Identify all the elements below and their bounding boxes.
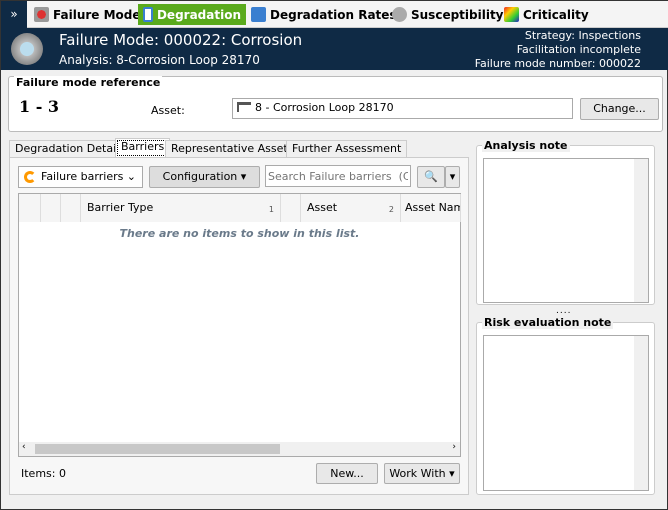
tab-further-assessment[interactable]: Further Assessment xyxy=(286,140,408,157)
analysis-label: Analysis: 8-Corrosion Loop 28170 xyxy=(59,53,260,67)
column-header-blank[interactable] xyxy=(41,194,61,222)
dropdown-arrow-icon: ▾ xyxy=(240,170,247,183)
search-options-button[interactable]: ▾ xyxy=(445,166,460,188)
document-icon xyxy=(143,7,153,22)
risk-evaluation-note-label: Risk evaluation note xyxy=(482,316,614,329)
asset-label: Asset: xyxy=(151,104,185,117)
asset-value: 8 - Corrosion Loop 28170 xyxy=(255,101,394,114)
scroll-left-icon[interactable]: ‹ xyxy=(22,442,26,452)
strategy-label: Strategy: Inspections xyxy=(524,29,641,42)
header-info: Strategy: Inspections Facilitation incom… xyxy=(475,29,641,71)
vertical-scrollbar[interactable] xyxy=(634,159,648,302)
work-with-button[interactable]: Work With ▾ xyxy=(384,463,460,484)
column-header-blank[interactable] xyxy=(281,194,301,222)
pipe-icon xyxy=(237,102,251,112)
asset-field[interactable]: 8 - Corrosion Loop 28170 xyxy=(232,98,573,119)
barrier-icon xyxy=(24,171,36,183)
analysis-note-label: Analysis note xyxy=(482,139,570,152)
column-header-barrier-type[interactable]: Barrier Type 1 xyxy=(81,194,281,222)
filter-dropdown[interactable]: Failure barriers ⌄ xyxy=(18,166,143,188)
heatmap-icon xyxy=(504,7,519,22)
configuration-label: Configuration xyxy=(162,170,238,183)
gear-no-icon xyxy=(34,7,49,22)
nav-tab-degradation[interactable]: Degradation xyxy=(138,4,246,25)
tab-degradation-details[interactable]: Degradation Details xyxy=(9,140,131,157)
chevron-down-icon: ⌄ xyxy=(126,170,136,183)
failure-mode-number: Failure mode number: 000022 xyxy=(474,57,641,70)
scrollbar-thumb[interactable] xyxy=(35,444,280,454)
column-header-blank[interactable] xyxy=(19,194,41,222)
tab-representative-assets[interactable]: Representative Assets xyxy=(165,140,300,157)
sort-order: 1 xyxy=(268,205,274,214)
horizontal-scrollbar[interactable]: ‹ › xyxy=(19,442,460,456)
nav-tab-criticality[interactable]: Criticality xyxy=(499,4,594,25)
risk-evaluation-note-input[interactable] xyxy=(483,335,649,491)
vertical-scrollbar[interactable] xyxy=(634,336,648,490)
scroll-right-icon[interactable]: › xyxy=(452,442,456,452)
top-navigation: » Failure Mode Degradation Degradation R… xyxy=(1,1,668,28)
analysis-note-section: Analysis note xyxy=(476,139,655,305)
splitter-handle[interactable]: .... xyxy=(556,306,571,316)
filter-value: Failure barriers xyxy=(41,170,124,183)
new-button[interactable]: New... xyxy=(316,463,378,484)
risk-evaluation-note-section: Risk evaluation note xyxy=(476,316,655,495)
gear-search-icon xyxy=(11,33,43,65)
analysis-note-input[interactable] xyxy=(483,158,649,303)
facilitation-status: Facilitation incomplete xyxy=(516,43,641,56)
items-count: Items: 0 xyxy=(21,467,66,480)
empty-message: There are no items to show in this list. xyxy=(119,227,360,240)
reference-code: 1 - 3 xyxy=(19,97,60,116)
nav-tab-failure-mode[interactable]: Failure Mode xyxy=(29,4,146,25)
nav-tab-degradation-rates[interactable]: Degradation Rates xyxy=(246,4,402,25)
change-button[interactable]: Change... xyxy=(580,98,659,120)
section-legend: Failure mode reference xyxy=(14,76,163,89)
column-header-asset-name[interactable]: Asset Nam xyxy=(401,194,461,222)
sort-order: 2 xyxy=(388,205,394,214)
configuration-button[interactable]: Configuration ▾ xyxy=(149,166,260,188)
page-header: Failure Mode: 000022: Corrosion Analysis… xyxy=(1,28,668,70)
search-input[interactable] xyxy=(265,165,411,187)
search-button[interactable]: 🔍 xyxy=(417,166,445,188)
column-header-asset[interactable]: Asset 2 xyxy=(301,194,401,222)
rates-icon xyxy=(251,7,266,22)
collapse-icon[interactable]: » xyxy=(1,1,27,28)
barriers-grid: Barrier Type 1 Asset 2 Asset Nam There are… xyxy=(18,193,461,457)
work-with-label: Work With xyxy=(389,467,446,480)
search-icon: 🔍 xyxy=(424,170,438,183)
tab-barriers[interactable]: Barriers xyxy=(115,138,171,158)
gear-clock-icon xyxy=(392,7,407,22)
nav-tab-susceptibility[interactable]: Susceptibility xyxy=(387,4,509,25)
failure-mode-reference-section: Failure mode reference 1 - 3 Asset: 8 - … xyxy=(8,76,663,132)
page-title: Failure Mode: 000022: Corrosion xyxy=(59,31,303,49)
column-header-blank[interactable] xyxy=(61,194,81,222)
